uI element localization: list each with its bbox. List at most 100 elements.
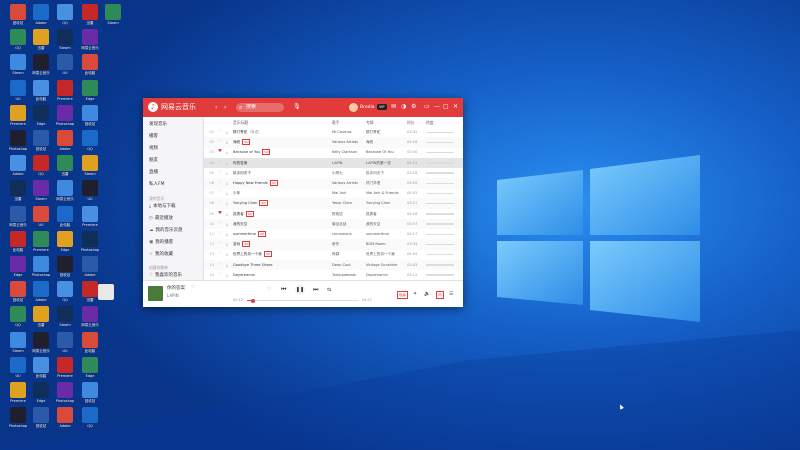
voice-search-icon[interactable]: 🎙 (293, 103, 301, 111)
song-artist[interactable]: Yesor Chen (332, 200, 364, 206)
song-album[interactable]: 孤勇者 (366, 211, 404, 217)
like-heart-icon[interactable]: ♥ (218, 149, 222, 155)
desktop-icon[interactable]: QQ (52, 4, 78, 25)
now-playing-artist[interactable]: LAPIN (167, 293, 179, 299)
desktop-icon[interactable]: Edge (52, 230, 78, 252)
table-row[interactable]: 02 ♡ ⤓ 海底 SQ Various Artists 海底 04:16 (204, 137, 463, 148)
playlist-icon[interactable]: ☰ (449, 291, 453, 297)
sidebar-item[interactable]: 朋友 (149, 158, 158, 164)
desktop-icon[interactable]: 迅雷 (52, 155, 78, 176)
desktop-icon[interactable]: UU (28, 205, 54, 227)
desktop-icon[interactable]: Adobe (77, 256, 103, 277)
song-artist[interactable]: 南征北战 (332, 221, 364, 227)
song-artist[interactable]: LAPIN (332, 160, 364, 166)
song-title[interactable]: Yunying Chen SQ (233, 200, 325, 207)
table-row[interactable]: 14 ♡ ⤓ Goodbye Three Shoes Deep Cool Vintage … (204, 259, 463, 271)
like-icon[interactable]: ♡ (267, 286, 271, 294)
table-row[interactable]: 12 ♡ ⤓ 游戏 SQ 房东 BGM Room 03:34 (204, 239, 463, 250)
desktop-icon[interactable]: 迅雷 (28, 29, 54, 50)
avatar[interactable] (349, 103, 358, 112)
song-title[interactable]: 世界上的另一个我 SQ (233, 251, 325, 258)
download-icon[interactable]: ⤓ (226, 139, 228, 145)
song-title[interactable]: 执手问天下 (233, 170, 325, 176)
desktop-icon[interactable]: 网易云音乐 (52, 180, 78, 201)
song-album[interactable]: Daydreamin (366, 272, 404, 278)
maximize-icon[interactable]: □ (443, 103, 449, 111)
table-row[interactable]: 03 ♥ ⤓ Because of You SQ Kelly Clarkson Becaus… (204, 147, 463, 158)
like-heart-icon[interactable]: ♡ (191, 285, 195, 291)
lyric-button[interactable]: 词 (436, 291, 444, 299)
download-icon[interactable]: ⤓ (226, 241, 228, 247)
desktop-icon[interactable]: Adobe (28, 281, 54, 302)
desktop-icon[interactable]: 网易云音乐 (28, 331, 54, 353)
quality-button[interactable]: 极高 (397, 291, 408, 299)
back-arrow-icon[interactable]: ‹ (215, 104, 217, 111)
song-title[interactable]: 孤勇者 SQ (233, 210, 325, 217)
desktop-icon[interactable]: Steam (28, 180, 54, 201)
desktop-icon[interactable]: Steam (77, 155, 103, 176)
desktop-icon[interactable]: Photoshop (52, 382, 78, 403)
desktop-icon[interactable]: QQ (77, 407, 103, 428)
desktop-icon[interactable]: Steam (52, 29, 78, 50)
table-row[interactable]: 11 ♡ ⤓ summertime SQ cinnamons summertime 04:17 (204, 229, 463, 240)
desktop-icon[interactable]: Edge (28, 382, 54, 403)
desktop-icon[interactable]: Premiere (77, 205, 103, 227)
song-artist[interactable]: Mr.Cosmos (332, 129, 364, 135)
song-artist[interactable]: Tomppabeats (332, 272, 364, 278)
sidebar-item[interactable]: ♡ 我喜欢的音乐 (149, 273, 182, 279)
song-artist[interactable]: Deep Cool (332, 262, 364, 268)
play-mode-icon[interactable]: ⇆ (327, 286, 331, 294)
table-row[interactable]: 05 ♡ ⤓ 执手问天下 小阿七 执手问天下 03:18 (204, 168, 463, 179)
sound-effect-icon[interactable]: ✦ (413, 291, 417, 297)
like-heart-icon[interactable]: ♡ (218, 241, 222, 247)
sidebar-item[interactable]: 播客 (149, 134, 158, 140)
song-album[interactable]: BGM Room (366, 241, 404, 247)
sidebar-item[interactable]: 视频 (149, 146, 158, 152)
table-row[interactable]: 08 ♡ ⤓ Yunying Chen SQ Yesor Chen Yunying Chen… (204, 198, 463, 210)
mail-icon[interactable]: ✉ (391, 103, 396, 111)
like-heart-icon[interactable]: ♡ (218, 180, 222, 186)
like-heart-icon[interactable]: ♡ (218, 139, 222, 145)
column-album[interactable]: 专辑 (366, 120, 374, 125)
desktop-icon[interactable]: 回收站 (77, 104, 103, 126)
settings-icon[interactable]: ⚙ (411, 103, 416, 111)
progress-bar[interactable] (247, 298, 359, 303)
desktop-icon[interactable]: Photoshop (77, 230, 103, 252)
desktop-icon[interactable]: Premiere (28, 230, 54, 252)
song-title[interactable]: 海底 SQ (233, 139, 325, 146)
table-row[interactable]: 10 ♡ ⤓ 我的天空 南征北战 我的天空 03:57 (204, 218, 463, 230)
progress-knob[interactable] (250, 298, 255, 303)
previous-icon[interactable]: ⏮ (281, 286, 286, 294)
desktop-icon[interactable]: Edge (77, 79, 103, 101)
desktop-icon[interactable]: 回收站 (77, 382, 103, 403)
desktop-icon[interactable]: UU (52, 54, 78, 75)
song-title[interactable]: 游戏 SQ (233, 241, 325, 248)
like-heart-icon[interactable]: ♡ (218, 221, 222, 227)
song-album[interactable]: 世界上的另一个我 (366, 251, 404, 257)
like-heart-icon[interactable]: ♡ (218, 262, 222, 268)
song-artist[interactable]: Mai Anh (332, 190, 364, 196)
song-album[interactable]: Mai Anh & Friends (366, 190, 404, 196)
song-title[interactable]: 醉打青蛇（粤语） (233, 129, 325, 135)
sidebar-item[interactable]: ☁ 我的音乐云盘 (149, 228, 183, 234)
column-duration[interactable]: 时长 (407, 120, 415, 125)
now-playing-title[interactable]: 你的答案 (167, 286, 185, 292)
download-icon[interactable]: ⤓ (226, 231, 228, 237)
song-album[interactable]: Because Of You (366, 149, 404, 155)
song-album[interactable]: 我的天空 (366, 221, 404, 227)
song-title[interactable]: 少年 (233, 190, 325, 196)
like-heart-icon[interactable]: ♡ (218, 231, 222, 237)
netease-music-window[interactable]: ♪ 网易云音乐 ‹ › ⌕ 搜索 🎙 Brodie VIP ✉ ◑ ⚙ ▭ — … (143, 98, 463, 307)
title-bar[interactable]: ♪ 网易云音乐 ‹ › ⌕ 搜索 🎙 Brodie VIP ✉ ◑ ⚙ ▭ — … (143, 98, 463, 117)
download-icon[interactable]: ⤓ (226, 180, 228, 186)
song-title[interactable]: Daydreamin (233, 272, 325, 278)
desktop-icon[interactable]: QQ (52, 281, 78, 302)
song-artist[interactable]: 陈奕迅 (332, 211, 364, 217)
desktop-icon[interactable]: 迅雷 (28, 306, 54, 327)
download-icon[interactable]: ⤓ (226, 160, 228, 166)
table-row[interactable]: 07 ♡ ⤓ 少年 Mai Anh Mai Anh & Friends 04:02 (204, 188, 463, 199)
desktop-icon[interactable]: Edge (77, 356, 103, 378)
song-title[interactable]: summertime SQ (233, 231, 325, 237)
table-row[interactable]: 06 ♡ ⤓ Happy New Friends SQ Various Artists 热门… (204, 178, 463, 189)
like-heart-icon[interactable]: ♡ (218, 129, 222, 135)
